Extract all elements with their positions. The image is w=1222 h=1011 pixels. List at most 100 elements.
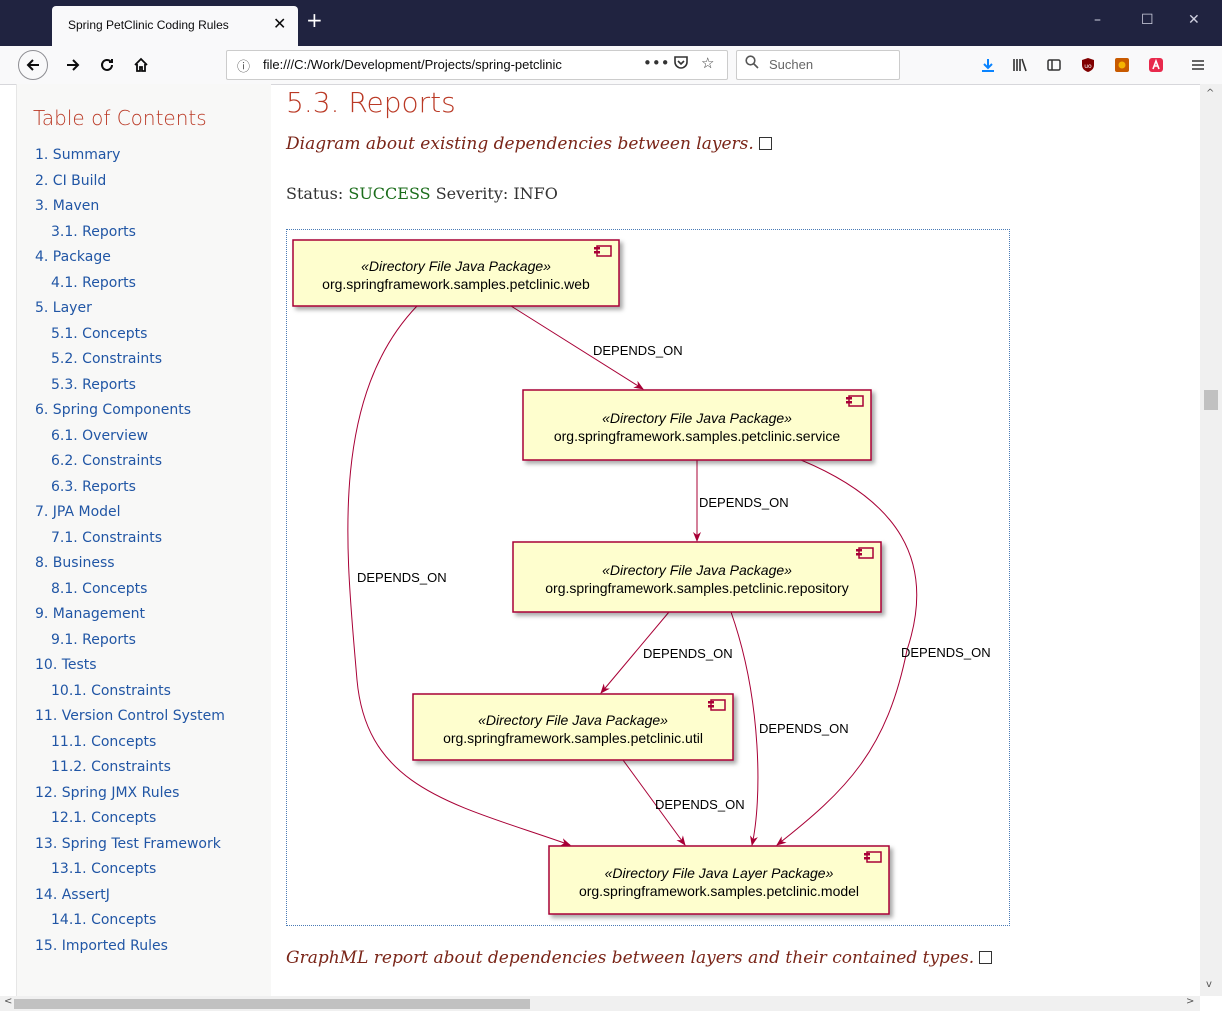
toc-item[interactable]: 8.1. Concepts: [35, 578, 225, 604]
graphml-caption: GraphML report about dependencies betwee…: [286, 948, 993, 968]
status-line: Status: SUCCESS Severity: INFO: [286, 184, 558, 203]
back-icon[interactable]: [18, 50, 48, 80]
dependency-diagram: DEPENDS_ON DEPENDS_ON DEPENDS_ON DEPENDS_ON…: [286, 229, 1010, 926]
package-node-model[interactable]: «Directory File Java Layer Package» org.s…: [548, 845, 890, 915]
sidebar-icon[interactable]: [1044, 55, 1064, 75]
status-value: SUCCESS: [348, 184, 431, 203]
toc-item[interactable]: 7.1. Constraints: [35, 527, 225, 553]
scrollbar-thumb[interactable]: [1204, 390, 1218, 410]
status-label: Status:: [286, 184, 344, 203]
tab-title: Spring PetClinic Coding Rules: [68, 18, 229, 32]
toc-list: 1. Summary 2. CI Build 3. Maven 3.1. Report…: [35, 144, 225, 960]
checkbox-icon[interactable]: [758, 137, 772, 150]
toc-item[interactable]: 10.1. Constraints: [35, 680, 225, 706]
toc-item[interactable]: 14. AssertJ: [35, 884, 225, 910]
adblock-icon[interactable]: [1146, 55, 1166, 75]
toc-item[interactable]: 15. Imported Rules: [35, 935, 225, 961]
scrollbar-thumb[interactable]: [14, 999, 530, 1009]
scroll-right-icon[interactable]: >: [1186, 996, 1194, 1007]
edge-label: DEPENDS_ON: [699, 495, 789, 510]
info-icon[interactable]: ⓘ: [237, 56, 250, 75]
scroll-down-icon[interactable]: v: [1206, 979, 1212, 990]
node-name: org.springframework.samples.petclinic.mo…: [579, 883, 859, 899]
extension-icon[interactable]: [1112, 55, 1132, 75]
new-tab-icon[interactable]: +: [306, 8, 323, 32]
reload-icon[interactable]: [92, 50, 122, 80]
page-actions-icon[interactable]: •••: [643, 54, 670, 72]
component-icon: [846, 395, 864, 407]
toc-item[interactable]: 5.3. Reports: [35, 374, 225, 400]
edge-label: DEPENDS_ON: [357, 570, 447, 585]
component-icon: [856, 547, 874, 559]
maximize-icon[interactable]: ☐: [1141, 12, 1154, 28]
svg-text:uo: uo: [1084, 63, 1092, 70]
toc-item[interactable]: 6.1. Overview: [35, 425, 225, 451]
node-name: org.springframework.samples.petclinic.we…: [322, 276, 590, 292]
toc-item[interactable]: 11.1. Concepts: [35, 731, 225, 757]
diagram-caption: Diagram about existing dependencies betw…: [286, 134, 772, 154]
toc-item[interactable]: 12.1. Concepts: [35, 807, 225, 833]
toc-item[interactable]: 6.2. Constraints: [35, 450, 225, 476]
horizontal-scrollbar[interactable]: < >: [0, 996, 1200, 1011]
node-stereotype: «Directory File Java Package»: [602, 562, 792, 578]
toc-item[interactable]: 13. Spring Test Framework: [35, 833, 225, 859]
browser-toolbar: ⓘ file:///C:/Work/Development/Projects/s…: [0, 46, 1222, 85]
browser-tab[interactable]: Spring PetClinic Coding Rules ✕: [52, 6, 298, 46]
page-viewport: Table of Contents 1. Summary 2. CI Build 3…: [0, 84, 1222, 996]
toc-item[interactable]: 11.2. Constraints: [35, 756, 225, 782]
url-bar[interactable]: ⓘ file:///C:/Work/Development/Projects/s…: [226, 50, 728, 80]
table-of-contents: Table of Contents 1. Summary 2. CI Build 3…: [16, 84, 271, 996]
checkbox-icon[interactable]: [979, 951, 993, 964]
toc-item[interactable]: 4. Package: [35, 246, 225, 272]
ublock-icon[interactable]: uo: [1078, 55, 1098, 75]
component-icon: [708, 699, 726, 711]
library-icon[interactable]: [1010, 55, 1030, 75]
scroll-up-icon[interactable]: ^: [1206, 88, 1214, 99]
component-icon: [864, 851, 882, 863]
toc-item[interactable]: 4.1. Reports: [35, 272, 225, 298]
toc-item[interactable]: 12. Spring JMX Rules: [35, 782, 225, 808]
section-heading: 5.3. Reports: [286, 86, 456, 119]
url-text[interactable]: file:///C:/Work/Development/Projects/spr…: [263, 57, 613, 72]
close-window-icon[interactable]: ✕: [1188, 12, 1200, 28]
node-name: org.springframework.samples.petclinic.re…: [545, 580, 848, 596]
package-node-service[interactable]: «Directory File Java Package» org.springf…: [522, 389, 872, 461]
package-node-util[interactable]: «Directory File Java Package» org.springf…: [412, 693, 734, 761]
package-node-repository[interactable]: «Directory File Java Package» org.springf…: [512, 541, 882, 613]
toc-item[interactable]: 5. Layer: [35, 297, 225, 323]
node-stereotype: «Directory File Java Layer Package»: [605, 865, 834, 881]
toc-item[interactable]: 3. Maven: [35, 195, 225, 221]
pocket-icon[interactable]: [673, 54, 689, 74]
search-input[interactable]: Suchen: [736, 50, 900, 80]
toc-item[interactable]: 9. Management: [35, 603, 225, 629]
toc-item[interactable]: 10. Tests: [35, 654, 225, 680]
forward-icon[interactable]: [58, 50, 88, 80]
menu-icon[interactable]: [1188, 55, 1208, 75]
main-content: 5.3. Reports Diagram about existing depe…: [270, 84, 1200, 996]
severity-label: Severity:: [435, 184, 509, 203]
home-icon[interactable]: [126, 50, 156, 80]
download-icon[interactable]: [978, 55, 998, 75]
scroll-left-icon[interactable]: <: [4, 996, 12, 1007]
toc-item[interactable]: 5.2. Constraints: [35, 348, 225, 374]
toc-item[interactable]: 13.1. Concepts: [35, 858, 225, 884]
package-node-web[interactable]: «Directory File Java Package» org.springf…: [292, 239, 620, 307]
node-name: org.springframework.samples.petclinic.se…: [554, 428, 841, 444]
toc-item[interactable]: 7. JPA Model: [35, 501, 225, 527]
diagram-svg: DEPENDS_ON DEPENDS_ON DEPENDS_ON DEPENDS_ON…: [292, 239, 991, 915]
toc-item[interactable]: 2. CI Build: [35, 170, 225, 196]
toc-item[interactable]: 5.1. Concepts: [35, 323, 225, 349]
toc-item[interactable]: 8. Business: [35, 552, 225, 578]
vertical-scrollbar[interactable]: ^ v: [1200, 84, 1222, 996]
toc-item[interactable]: 9.1. Reports: [35, 629, 225, 655]
minimize-icon[interactable]: –: [1094, 12, 1101, 28]
toc-item[interactable]: 3.1. Reports: [35, 221, 225, 247]
toc-item[interactable]: 6.3. Reports: [35, 476, 225, 502]
toc-item[interactable]: 1. Summary: [35, 144, 225, 170]
toc-item[interactable]: 6. Spring Components: [35, 399, 225, 425]
edge-label: DEPENDS_ON: [643, 646, 733, 661]
close-tab-icon[interactable]: ✕: [273, 14, 286, 33]
toc-item[interactable]: 14.1. Concepts: [35, 909, 225, 935]
toc-item[interactable]: 11. Version Control System: [35, 705, 225, 731]
bookmark-star-icon[interactable]: ☆: [701, 54, 714, 72]
